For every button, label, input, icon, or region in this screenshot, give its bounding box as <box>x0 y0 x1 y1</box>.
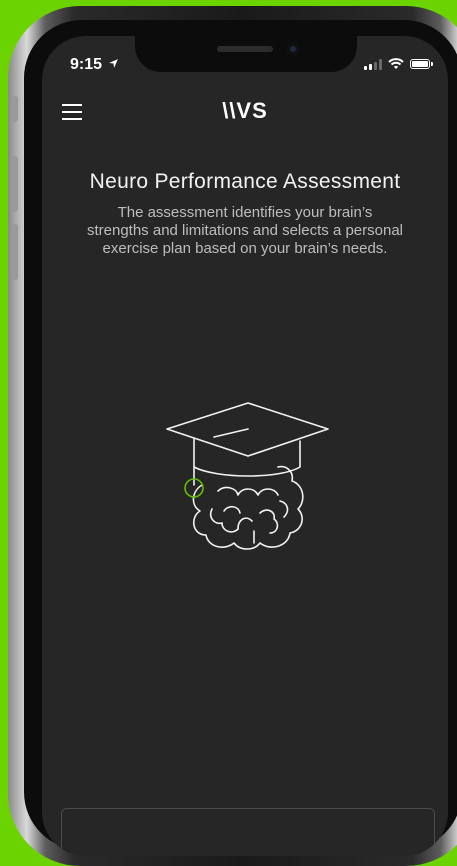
page-description: The assessment identifies your brain’s s… <box>86 204 403 257</box>
app-logo: \\VS <box>222 98 268 123</box>
bottom-card[interactable] <box>61 808 435 856</box>
location-arrow-icon <box>109 59 119 68</box>
status-time-text: 9:15 <box>70 56 103 73</box>
front-camera <box>287 43 299 55</box>
battery-level <box>412 61 428 67</box>
wifi-icon <box>388 58 404 69</box>
notch <box>135 36 357 72</box>
phone-frame: 9:15 \\VS Neuro Performance Assessment T… <box>8 6 457 866</box>
speaker-grille <box>217 46 273 52</box>
status-time: 9:15 <box>70 56 119 74</box>
page-title: Neuro Performance Assessment <box>89 170 401 193</box>
volume-up-button <box>12 156 18 212</box>
app-screen: 9:15 \\VS Neuro Performance Assessment T… <box>42 36 448 856</box>
volume-down-button <box>12 224 18 280</box>
cellular-signal-icon <box>364 58 382 70</box>
graduation-cap-brain-icon <box>166 402 329 550</box>
mute-switch <box>12 96 18 122</box>
battery-icon <box>410 59 433 69</box>
status-icons <box>364 58 433 70</box>
